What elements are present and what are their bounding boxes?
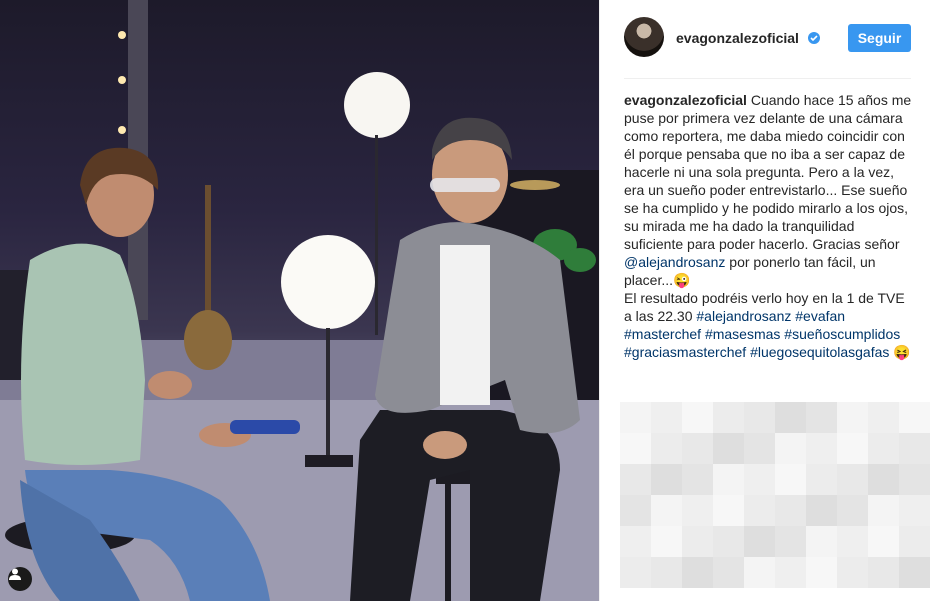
post-side-panel: evagonzalezoficial Seguir evagonzalezofi… xyxy=(599,0,934,601)
avatar[interactable] xyxy=(624,17,664,57)
hashtag-link[interactable]: #graciasmasterchef xyxy=(624,344,746,360)
hashtag-link[interactable]: #evafan xyxy=(795,308,845,324)
blurred-comments xyxy=(620,402,932,590)
username-link[interactable]: evagonzalezoficial xyxy=(676,30,799,46)
hashtag-link[interactable]: #sueñoscumplidos xyxy=(784,326,900,342)
mention-link[interactable]: @alejandrosanz xyxy=(624,254,725,270)
hashtag-link[interactable]: #masesmas xyxy=(705,326,780,342)
caption-2-text: 😝 xyxy=(889,344,911,360)
photo-scene xyxy=(0,0,599,601)
caption-body-2: El resultado podréis verlo hoy en la 1 d… xyxy=(624,290,911,360)
hashtag-link[interactable]: #luegosequitolasgafas xyxy=(750,344,889,360)
person-icon[interactable] xyxy=(8,567,32,591)
post-caption: evagonzalezoficial Cuando hace 15 años m… xyxy=(624,91,916,361)
header-divider xyxy=(624,78,911,79)
post-header: evagonzalezoficial Seguir xyxy=(600,0,934,78)
caption-body: Cuando hace 15 años me puse por primera … xyxy=(624,92,911,288)
post-photo[interactable] xyxy=(0,0,599,601)
caption-author[interactable]: evagonzalezoficial xyxy=(624,92,747,108)
hashtag-link[interactable]: #masterchef xyxy=(624,326,701,342)
caption-text: Cuando hace 15 años me puse por primera … xyxy=(624,92,912,252)
hashtag-link[interactable]: #alejandrosanz xyxy=(696,308,791,324)
verified-badge-icon xyxy=(808,32,820,44)
follow-button[interactable]: Seguir xyxy=(848,24,911,52)
